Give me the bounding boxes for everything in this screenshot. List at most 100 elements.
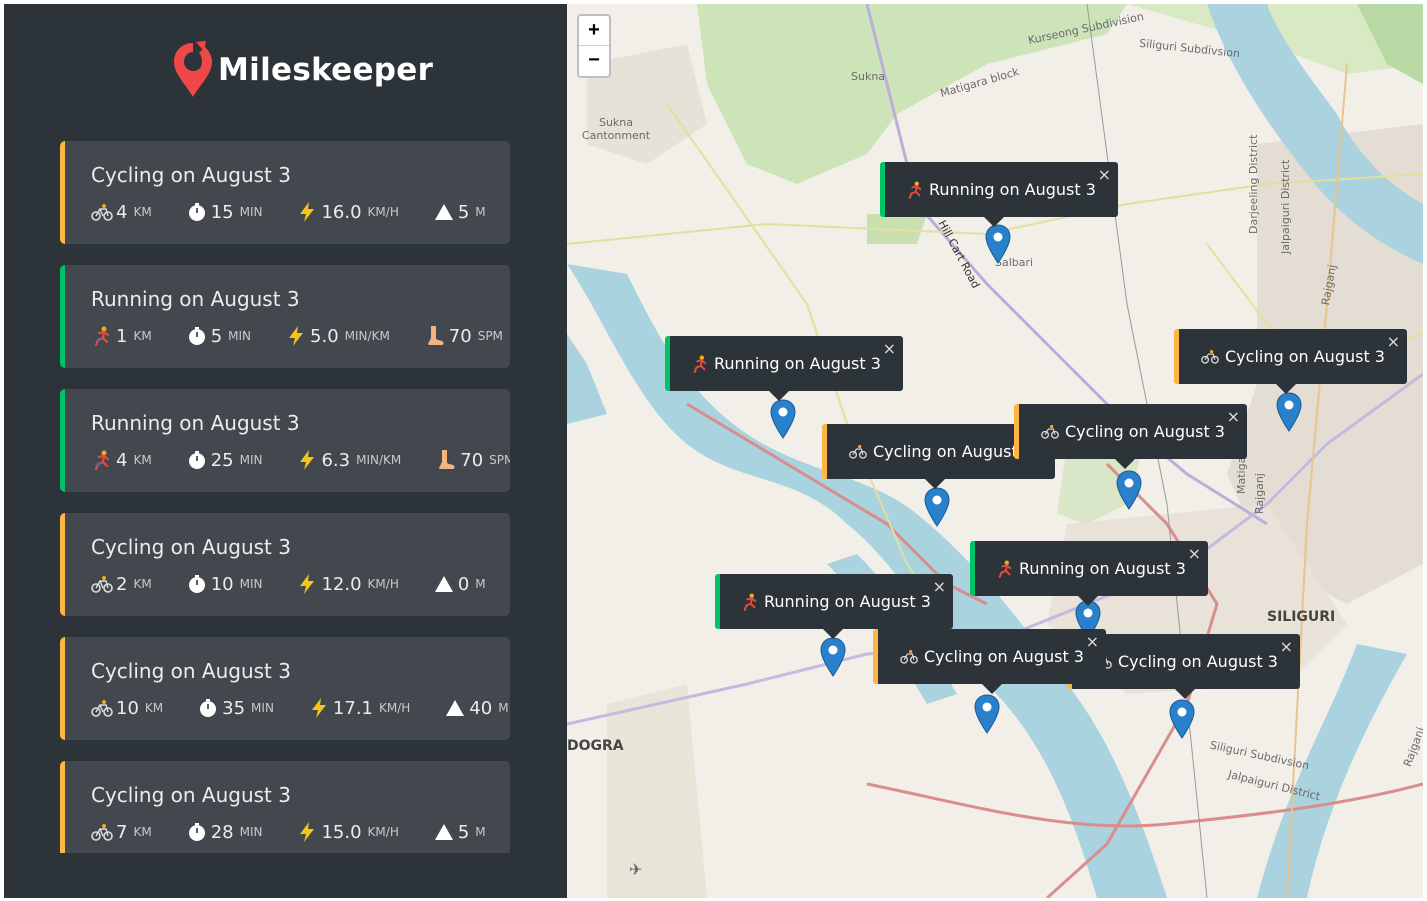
stopwatch-icon <box>186 573 208 595</box>
map-view[interactable]: Kurseong Subdivision Siliguri Subdivsion… <box>567 4 1423 898</box>
workout-popup[interactable]: Running on August 3 × <box>665 336 903 401</box>
workout-popup[interactable]: Running on August 3 × <box>970 541 1208 606</box>
lightning-icon <box>296 821 318 843</box>
speed-unit: KM/H <box>367 205 399 219</box>
speed-value: 12.0 <box>321 573 362 595</box>
workout-card-cycling[interactable]: Cycling on August 3 4 KM 15 MIN 16.0 KM/… <box>60 141 510 244</box>
workout-stats: 2 KM 10 MIN 12.0 KM/H 0 M <box>91 573 510 595</box>
map-label: Sukna <box>851 70 886 83</box>
close-icon[interactable]: × <box>1188 544 1201 563</box>
elevation-stat: 40 M <box>444 697 509 719</box>
close-icon[interactable]: × <box>1280 637 1293 656</box>
close-icon[interactable]: × <box>1227 407 1240 426</box>
distance-unit: KM <box>133 577 152 591</box>
popup-text: Cycling on August 3 <box>924 647 1084 666</box>
bike-icon <box>91 573 113 595</box>
stopwatch-icon <box>186 325 208 347</box>
bike-icon <box>91 697 113 719</box>
runner-icon <box>692 355 708 373</box>
close-icon[interactable]: × <box>883 339 896 358</box>
map-marker[interactable] <box>1276 392 1302 432</box>
duration-unit: MIN <box>239 825 263 839</box>
elevation-stat: 5 M <box>433 821 486 843</box>
stopwatch-icon <box>197 697 219 719</box>
workout-stats: 1 KM 5 MIN 5.0 MIN/KM 70 SPM <box>91 325 510 347</box>
map-marker[interactable] <box>820 637 846 677</box>
map-marker[interactable] <box>985 224 1011 264</box>
distance-stat: 4 KM <box>91 201 152 223</box>
workout-title: Cycling on August 3 <box>91 163 291 187</box>
stopwatch-icon <box>186 821 208 843</box>
workout-stats: 4 KM 25 MIN 6.3 MIN/KM 70 SPM <box>91 449 510 471</box>
bike-icon <box>91 201 113 223</box>
workout-card-running[interactable]: Running on August 3 1 KM 5 MIN 5.0 MIN/K… <box>60 265 510 368</box>
distance-value: 10 <box>116 697 139 719</box>
workout-popup[interactable]: Cycling on August 3 × <box>1014 404 1247 469</box>
elevation-unit: M <box>475 577 486 591</box>
speed-value: 15.0 <box>321 821 362 843</box>
map-label: Darjeeling District <box>1247 134 1260 234</box>
speed-value: 16.0 <box>321 201 362 223</box>
close-icon[interactable]: × <box>1098 165 1111 184</box>
mountain-icon <box>433 573 455 595</box>
pace-unit: MIN/KM <box>356 453 402 467</box>
workout-stats: 4 KM 15 MIN 16.0 KM/H 5 M <box>91 201 510 223</box>
distance-value: 4 <box>116 201 128 223</box>
popup-tip <box>823 629 843 639</box>
zoom-in-button[interactable]: + <box>579 16 609 46</box>
workout-title: Cycling on August 3 <box>91 659 291 683</box>
app-logo: Mileskeeper <box>172 40 433 100</box>
pace-stat: 6.3 MIN/KM <box>296 449 401 471</box>
workout-list[interactable]: Cycling on August 3 4 KM 15 MIN 16.0 KM/… <box>60 141 510 853</box>
map-marker[interactable] <box>974 694 1000 734</box>
lightning-icon <box>296 449 318 471</box>
workout-title: Cycling on August 3 <box>91 535 291 559</box>
zoom-out-button[interactable]: − <box>579 46 609 75</box>
cadence-unit: SPM <box>489 453 510 467</box>
close-icon[interactable]: × <box>1387 332 1400 351</box>
bike-icon <box>849 444 867 459</box>
workout-popup[interactable]: Running on August 3 × <box>715 574 953 639</box>
duration-unit: MIN <box>239 205 263 219</box>
map-marker[interactable] <box>924 487 950 527</box>
runner-icon <box>742 593 758 611</box>
workout-card-cycling[interactable]: Cycling on August 3 7 KM 28 MIN 15.0 KM/… <box>60 761 510 853</box>
map-marker[interactable] <box>1169 699 1195 739</box>
popup-text: Cycling on August 3 <box>1118 652 1278 671</box>
map-marker[interactable] <box>1116 470 1142 510</box>
distance-unit: KM <box>133 329 152 343</box>
pace-unit: MIN/KM <box>344 329 390 343</box>
workout-card-running[interactable]: Running on August 3 4 KM 25 MIN 6.3 MIN/… <box>60 389 510 492</box>
pace-value: 6.3 <box>321 449 351 471</box>
duration-stat: 28 MIN <box>186 821 263 843</box>
elevation-value: 5 <box>457 821 470 843</box>
workout-card-cycling[interactable]: Cycling on August 3 2 KM 10 MIN 12.0 KM/… <box>60 513 510 616</box>
bike-icon <box>1201 349 1219 364</box>
distance-unit: KM <box>133 453 152 467</box>
workout-popup[interactable]: Cycling on August 3 × <box>873 629 1106 694</box>
duration-stat: 5 MIN <box>186 325 251 347</box>
distance-stat: 2 KM <box>91 573 152 595</box>
distance-stat: 4 KM <box>91 449 152 471</box>
map-marker[interactable] <box>770 399 796 439</box>
stopwatch-icon <box>186 449 208 471</box>
close-icon[interactable]: × <box>933 577 946 596</box>
speed-stat: 12.0 KM/H <box>296 573 399 595</box>
distance-value: 7 <box>116 821 128 843</box>
popup-text: Running on August 3 <box>929 180 1096 199</box>
distance-unit: KM <box>133 205 152 219</box>
elevation-unit: M <box>475 825 486 839</box>
elevation-value: 0 <box>457 573 470 595</box>
zoom-control: + − <box>577 14 611 78</box>
elevation-unit: M <box>498 701 509 715</box>
close-icon[interactable]: × <box>1086 632 1099 651</box>
workout-popup[interactable]: Running on August 3 × <box>880 162 1118 227</box>
bike-icon <box>1041 424 1059 439</box>
map-label: DOGRA <box>567 738 624 754</box>
workout-card-cycling[interactable]: Cycling on August 3 10 KM 35 MIN 17.1 KM… <box>60 637 510 740</box>
pace-value: 5.0 <box>310 325 339 347</box>
lightning-icon <box>296 573 318 595</box>
workout-popup[interactable]: Cycling on August 3 × <box>1174 329 1407 394</box>
duration-unit: MIN <box>251 701 274 715</box>
popup-tip <box>984 217 1004 227</box>
